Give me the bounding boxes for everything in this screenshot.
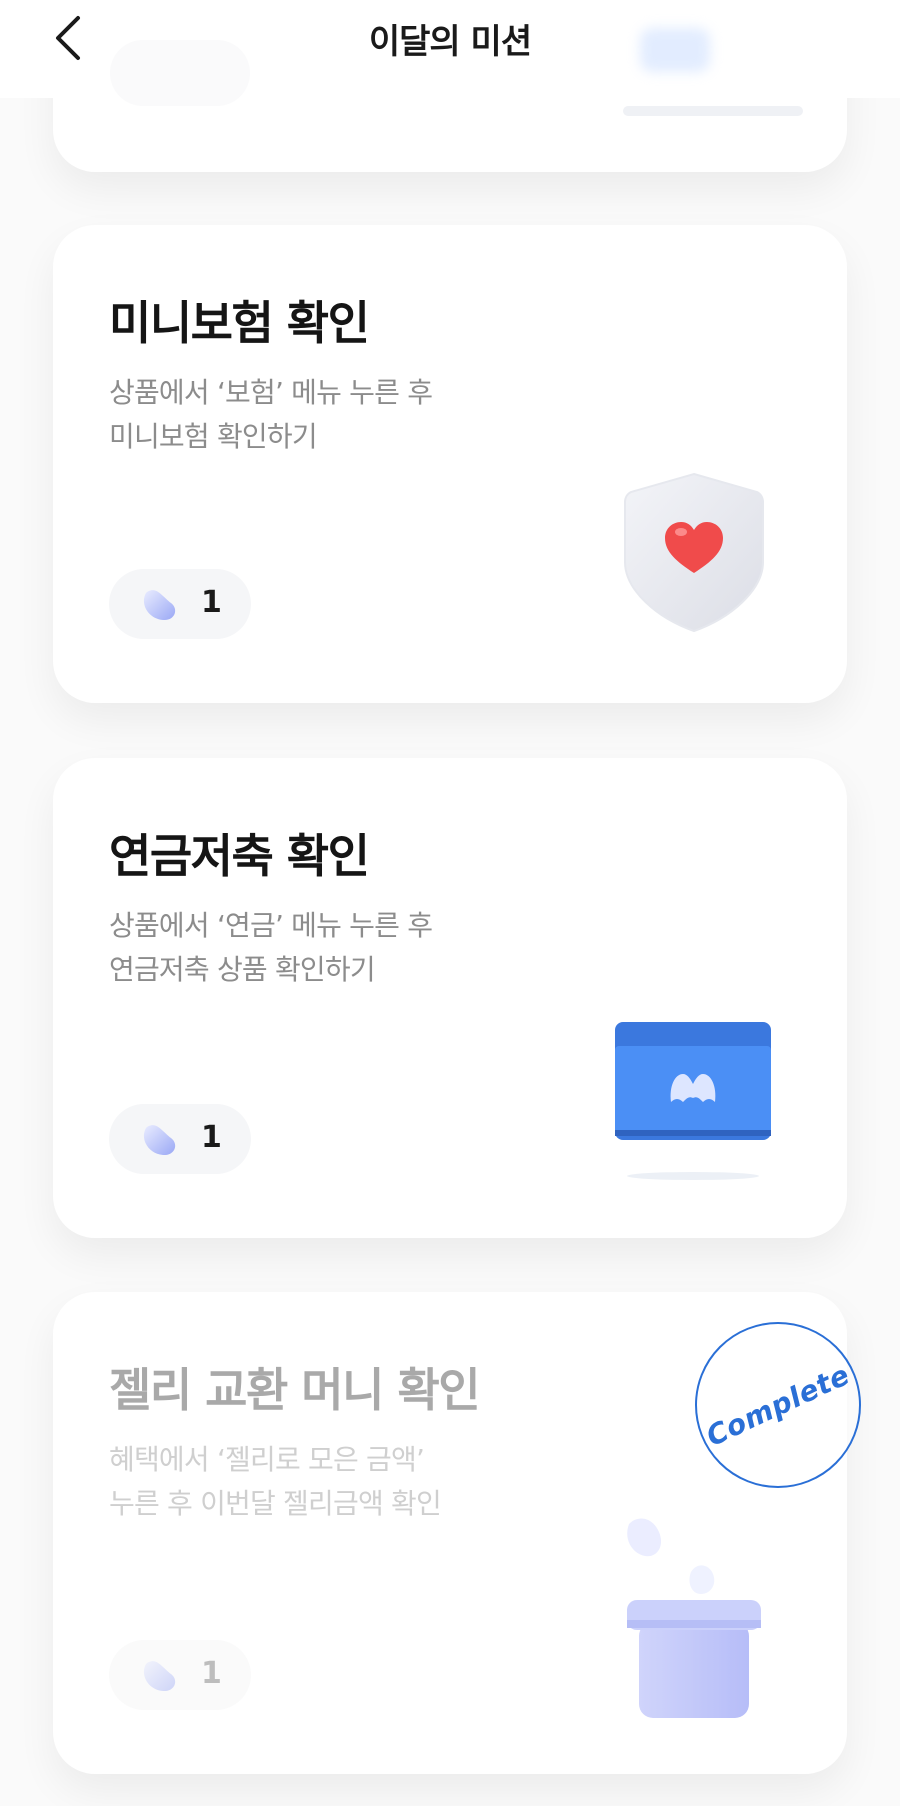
page-title: 이달의 미션	[368, 22, 532, 62]
mission-description-line: 미니보험 확인하기	[109, 420, 318, 453]
jelly-jar-icon	[613, 1510, 773, 1734]
reward-badge: 1	[109, 569, 251, 639]
top-app-bar: 이달의 미션	[0, 0, 900, 106]
pension-book-icon	[613, 1020, 773, 1189]
reward-count: 1	[201, 1120, 222, 1155]
illustration-shadow	[623, 106, 803, 116]
mission-title: 미니보험 확인	[109, 296, 370, 350]
mission-card[interactable]: 연금저축 확인 상품에서 ‘연금’ 메뉴 누른 후 연금저축 상품 확인하기 1	[53, 758, 847, 1238]
reward-badge: 1	[109, 1104, 251, 1174]
complete-stamp: Complete	[695, 1322, 861, 1488]
complete-stamp-text: Complete	[701, 1357, 855, 1453]
mission-card[interactable]: 미니보험 확인 상품에서 ‘보험’ 메뉴 누른 후 미니보험 확인하기 1	[53, 225, 847, 703]
mission-description-line: 누른 후 이번달 젤리금액 확인	[109, 1487, 442, 1520]
mission-card-completed[interactable]: 젤리 교환 머니 확인 혜택에서 ‘젤리로 모은 금액’ 누른 후 이번달 젤리…	[53, 1292, 861, 1774]
mission-description: 상품에서 ‘보험’ 메뉴 누른 후 미니보험 확인하기	[109, 371, 529, 459]
mission-description: 혜택에서 ‘젤리로 모은 금액’ 누른 후 이번달 젤리금액 확인	[109, 1438, 529, 1526]
mission-description-line: 혜택에서 ‘젤리로 모은 금액’	[109, 1443, 425, 1476]
mission-description-line: 연금저축 상품 확인하기	[109, 953, 376, 986]
mission-title: 젤리 교환 머니 확인	[109, 1363, 481, 1417]
mission-title: 연금저축 확인	[109, 829, 370, 883]
reward-badge: 1	[109, 1640, 251, 1710]
mission-description-line: 상품에서 ‘보험’ 메뉴 누른 후	[109, 376, 433, 409]
shield-heart-icon	[619, 470, 769, 639]
jelly-icon	[143, 1661, 176, 1692]
jelly-icon	[143, 590, 176, 621]
mission-description-line: 상품에서 ‘연금’ 메뉴 누른 후	[109, 909, 433, 942]
reward-count: 1	[201, 1656, 222, 1691]
jelly-icon	[143, 1125, 176, 1156]
mission-description: 상품에서 ‘연금’ 메뉴 누른 후 연금저축 상품 확인하기	[109, 904, 529, 992]
reward-count: 1	[201, 585, 222, 620]
